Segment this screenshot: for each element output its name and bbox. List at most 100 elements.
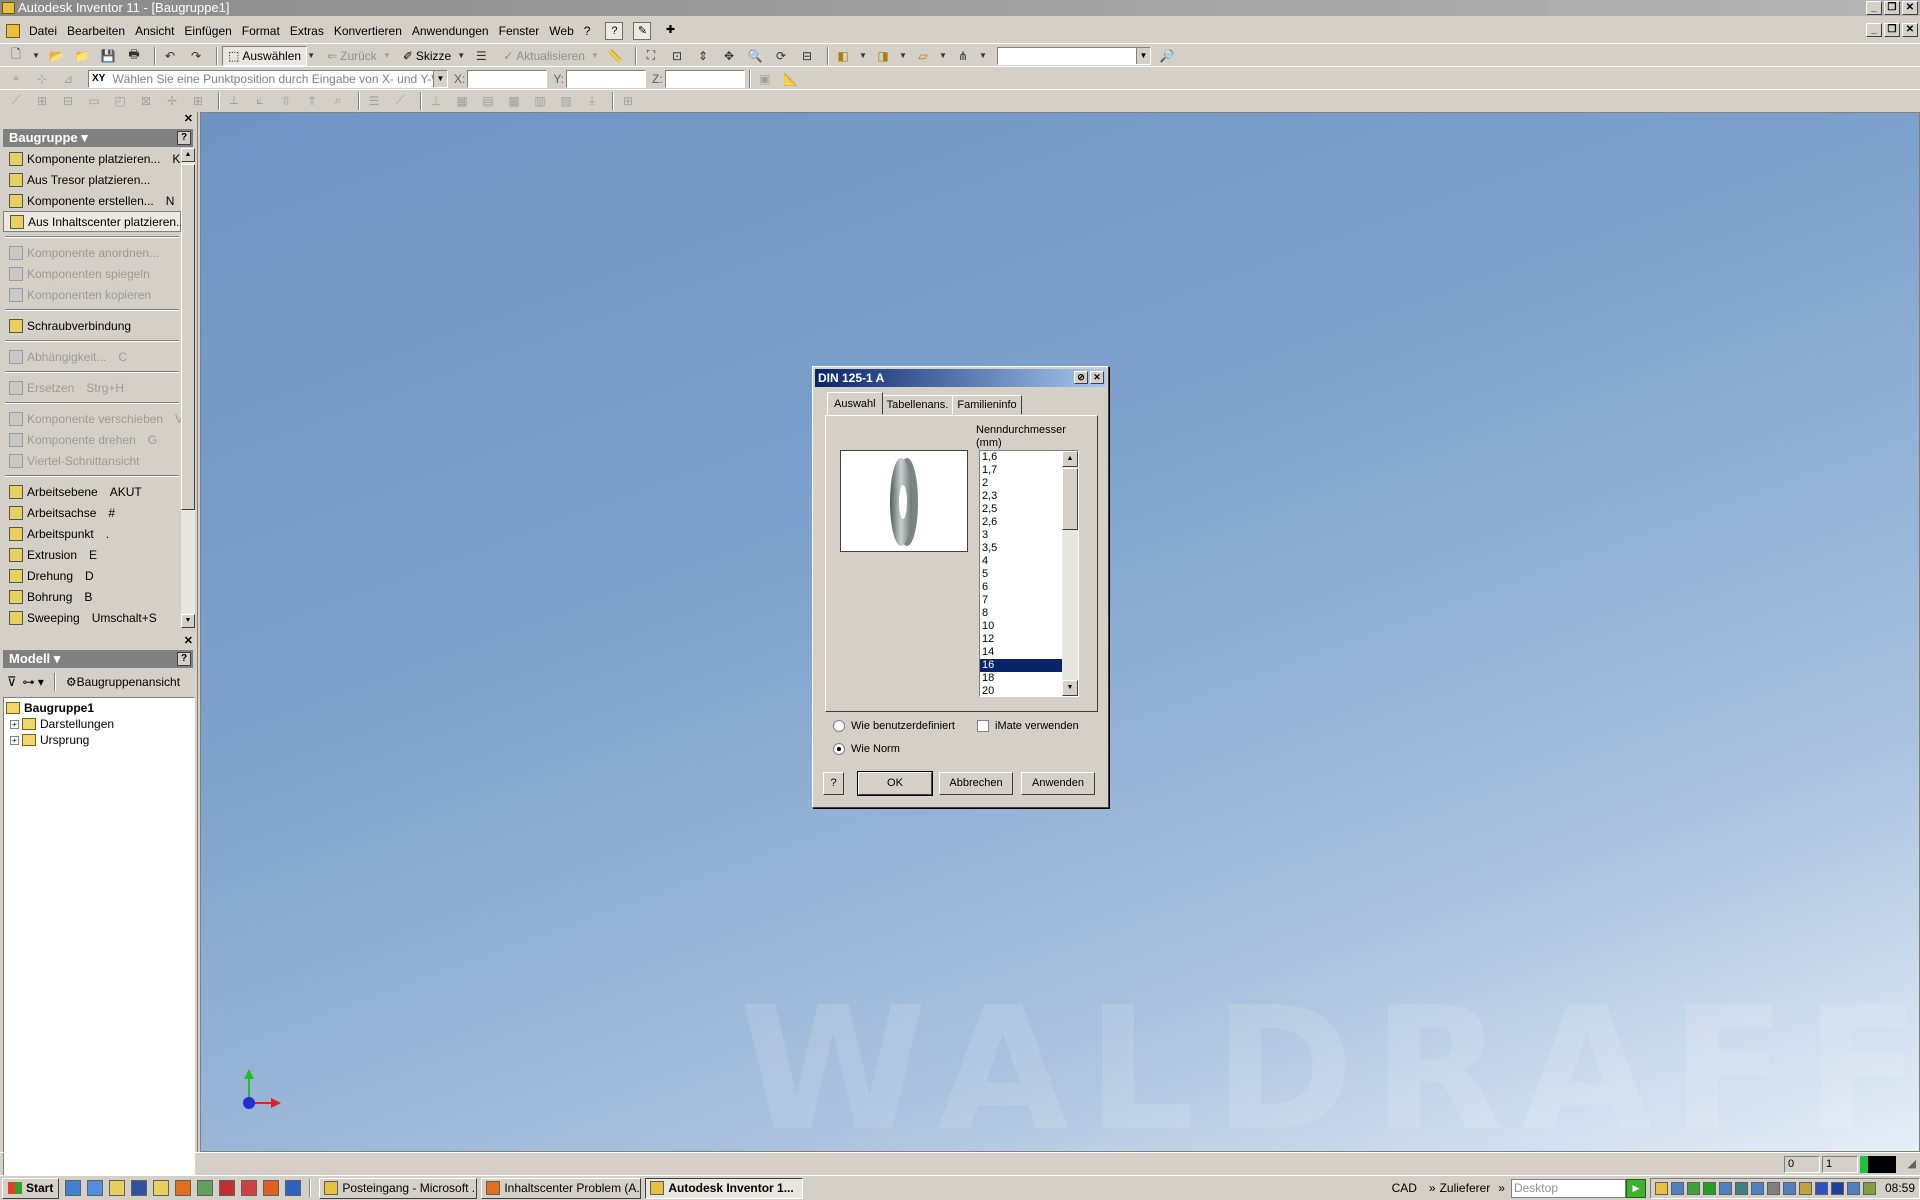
update-dropdown-icon[interactable]: ▼ bbox=[591, 47, 599, 65]
size-list-scrollbar[interactable]: ▲ ▼ bbox=[1062, 451, 1078, 696]
command-item[interactable]: Sweeping Umschalt+S bbox=[3, 607, 181, 628]
command-item[interactable]: Komponente anordnen... bbox=[3, 242, 181, 263]
line-icon[interactable]: ⟋ bbox=[6, 92, 26, 110]
precise-input-icon[interactable]: ⌖ bbox=[6, 70, 26, 88]
scroll-up-icon[interactable]: ▲ bbox=[181, 148, 195, 162]
y-field[interactable] bbox=[566, 69, 647, 88]
parameters-icon[interactable]: ☰ bbox=[471, 47, 491, 65]
nominal-diameter-list[interactable]: 1,6 1,7 2 2,3 2,5 2,6 3 3,5 4 5 6 7 8 10 12 14 16 18 20 ▲ … bbox=[979, 450, 1079, 697]
finish-sketch-icon[interactable]: ⊞ bbox=[618, 92, 638, 110]
print-icon[interactable]: 🖶 bbox=[124, 47, 144, 65]
tray-update-icon[interactable] bbox=[1798, 1181, 1812, 1195]
tab-familieninfo[interactable]: Familieninfo bbox=[952, 395, 1022, 415]
size-list-item[interactable]: 2,3 bbox=[980, 490, 1062, 503]
command-item[interactable]: Komponente platzieren... K bbox=[3, 148, 181, 169]
command-item[interactable]: Ersetzen Strg+H bbox=[3, 377, 181, 398]
size-list-item[interactable]: 1,7 bbox=[980, 464, 1062, 477]
open-icon[interactable]: 📂 bbox=[46, 47, 66, 65]
look-at-icon[interactable]: ⊟ bbox=[797, 47, 817, 65]
size-list-item[interactable]: 1,6 bbox=[980, 451, 1062, 464]
constraint-icon[interactable]: ☰ bbox=[364, 92, 384, 110]
camera-icon[interactable]: ◨ bbox=[873, 47, 893, 65]
task-inventor[interactable]: Autodesk Inventor 1... bbox=[645, 1177, 804, 1199]
scroll-down-icon[interactable]: ▼ bbox=[181, 614, 195, 628]
menu-datei[interactable]: Datei bbox=[24, 24, 62, 38]
scroll-thumb[interactable] bbox=[181, 164, 195, 510]
display-mode-icon[interactable]: ◧ bbox=[833, 47, 853, 65]
grid-icon[interactable]: ▤ bbox=[478, 92, 498, 110]
imate-checkbox[interactable] bbox=[977, 720, 989, 732]
quicklaunch-folder-icon[interactable] bbox=[153, 1180, 170, 1196]
triad-icon[interactable]: 📐 bbox=[781, 70, 801, 88]
toolbar-chevron-icon[interactable]: » bbox=[1429, 1181, 1436, 1195]
back-button[interactable]: ⇐ Zurück bbox=[321, 46, 383, 66]
apply-point-icon[interactable]: ▣ bbox=[755, 70, 775, 88]
insert-icon[interactable]: ⤓ bbox=[582, 92, 602, 110]
tray-monitor-icon[interactable] bbox=[1734, 1181, 1748, 1195]
table-icon[interactable]: ▦ bbox=[452, 92, 472, 110]
minimize-button[interactable]: _ bbox=[1866, 1, 1882, 15]
zoom-window-icon[interactable]: ⊡ bbox=[667, 47, 687, 65]
x-field[interactable] bbox=[467, 69, 548, 88]
size-list-item[interactable]: 7 bbox=[980, 594, 1062, 607]
cancel-button[interactable]: Abbrechen bbox=[939, 772, 1013, 795]
open-vault-icon[interactable]: 📁 bbox=[72, 47, 92, 65]
section-dropdown-icon[interactable]: ▼ bbox=[979, 47, 987, 65]
tray-lan-icon[interactable] bbox=[1846, 1181, 1860, 1195]
quicklaunch-ie-icon[interactable] bbox=[65, 1180, 82, 1196]
pattern-icon[interactable]: ⊥ bbox=[426, 92, 446, 110]
dialog-close-icon[interactable]: ✕ bbox=[1090, 371, 1104, 384]
model-panel-title[interactable]: Modell ▾ ? bbox=[3, 650, 193, 668]
toolbar-chevron-icon[interactable]: » bbox=[1498, 1181, 1505, 1195]
command-item[interactable]: Bohrung B bbox=[3, 586, 181, 607]
tray-network-icon[interactable] bbox=[1670, 1181, 1684, 1195]
size-list-item[interactable]: 2,5 bbox=[980, 503, 1062, 516]
tray-search-icon[interactable] bbox=[1718, 1181, 1732, 1195]
tray-power-icon[interactable] bbox=[1862, 1181, 1876, 1195]
input-mode-combo[interactable]: XY Wählen Sie eine Punktposition durch E… bbox=[88, 69, 448, 88]
size-list-item[interactable]: 3 bbox=[980, 529, 1062, 542]
layers-icon[interactable]: ▥ bbox=[530, 92, 550, 110]
command-item[interactable]: Komponente verschieben V bbox=[3, 408, 181, 429]
restore-button[interactable]: ❐ bbox=[1884, 1, 1900, 15]
tab-auswahl[interactable]: Auswahl bbox=[827, 392, 883, 415]
ground-shadow-icon[interactable]: ▱ bbox=[913, 47, 933, 65]
menu-fenster[interactable]: Fenster bbox=[494, 24, 545, 38]
quicklaunch-pdf-icon[interactable] bbox=[219, 1180, 236, 1196]
select-dropdown-icon[interactable]: ▼ bbox=[307, 47, 315, 65]
tree-node-darstellungen[interactable]: + Darstellungen bbox=[4, 716, 194, 732]
doc-minimize-button[interactable]: _ bbox=[1866, 23, 1882, 37]
tray-display-icon[interactable] bbox=[1750, 1181, 1764, 1195]
extend-icon[interactable]: ⟀ bbox=[250, 92, 270, 110]
command-item[interactable]: Abhängigkeit... C bbox=[3, 346, 181, 367]
new-file-icon[interactable]: 🗋 bbox=[6, 47, 26, 65]
camera-dropdown-icon[interactable]: ▼ bbox=[899, 47, 907, 65]
new-dropdown-icon[interactable]: ▼ bbox=[32, 47, 40, 65]
expand-icon[interactable]: + bbox=[10, 735, 19, 745]
quicklaunch-firefox-icon[interactable] bbox=[175, 1180, 192, 1196]
measure-icon[interactable]: 📏 bbox=[605, 47, 625, 65]
update-button[interactable]: ✓ Aktualisieren bbox=[497, 46, 591, 66]
pin-icon[interactable]: ⊘ bbox=[1074, 371, 1088, 384]
command-item[interactable]: Arbeitspunkt. bbox=[3, 523, 181, 544]
toolbar-zulieferer[interactable]: Zulieferer bbox=[1440, 1181, 1491, 1195]
size-list-item[interactable]: 3,5 bbox=[980, 542, 1062, 555]
tree-node-root[interactable]: Baugruppe1 bbox=[4, 700, 194, 716]
text-icon[interactable]: ▧ bbox=[556, 92, 576, 110]
option-standard[interactable]: Wie Norm bbox=[833, 743, 900, 755]
tray-sync-icon[interactable] bbox=[1686, 1181, 1700, 1195]
menu-ansicht[interactable]: Ansicht bbox=[130, 24, 179, 38]
help-icon[interactable]: ? bbox=[177, 131, 191, 145]
option-custom[interactable]: Wie benutzerdefiniert bbox=[833, 720, 955, 732]
style-combo[interactable]: ▼ bbox=[996, 46, 1151, 65]
fillet-icon[interactable]: ◰ bbox=[110, 92, 130, 110]
assembly-panel-title[interactable]: Baugruppe ▾ ? bbox=[3, 129, 193, 147]
command-item[interactable]: Aus Tresor platzieren... bbox=[3, 169, 181, 190]
rectangle-icon[interactable]: ▭ bbox=[84, 92, 104, 110]
quicklaunch-media-icon[interactable] bbox=[131, 1180, 148, 1196]
toolbar-cad[interactable]: CAD bbox=[1392, 1181, 1417, 1195]
resize-grip-icon[interactable]: ◢ bbox=[1908, 1157, 1916, 1170]
option-imate[interactable]: iMate verwenden bbox=[977, 720, 1079, 732]
filter-icon[interactable]: ⊽ bbox=[7, 674, 17, 690]
z-field[interactable] bbox=[664, 69, 745, 88]
